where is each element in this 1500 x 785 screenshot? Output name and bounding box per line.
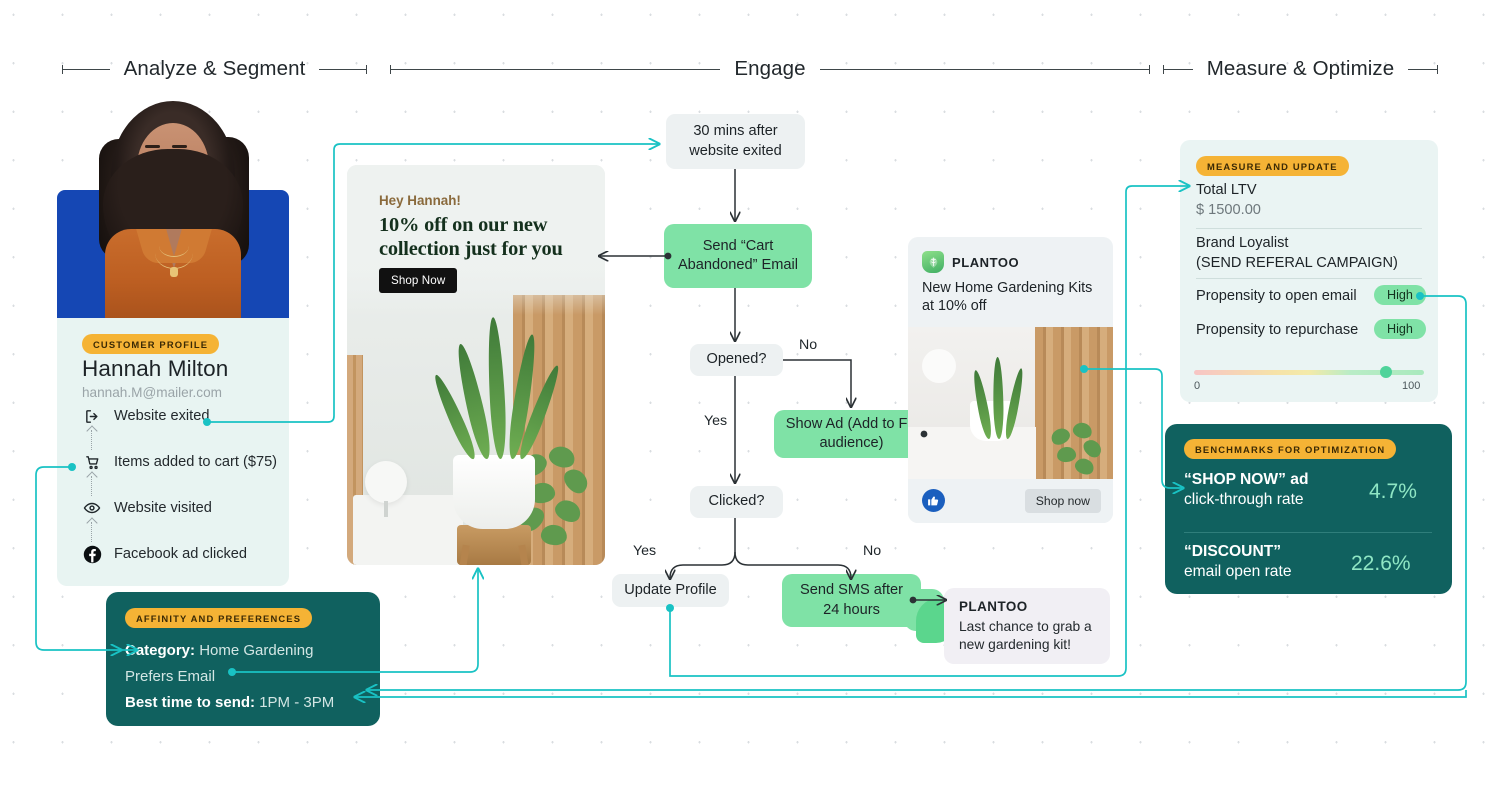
phase-rule-right <box>819 64 1151 74</box>
flow-node-show-ad[interactable]: Show Ad (Add to FB audience) <box>774 410 929 458</box>
customer-email: hannah.M@mailer.com <box>82 385 222 400</box>
scale-max-label: 100 <box>1402 380 1421 392</box>
affinity-channel: Prefers Email <box>125 668 215 685</box>
propensity-repurchase-label: Propensity to repurchase <box>1196 322 1359 338</box>
decorative-plant <box>1048 420 1107 478</box>
edge-label-no: No <box>799 337 818 353</box>
customer-profile-card: CUSTOMER PROFILE Hannah Milton hannah.M@… <box>57 318 289 586</box>
timeline-item: Website visited <box>82 498 302 518</box>
flow-node-opened[interactable]: Opened? <box>690 344 783 376</box>
benchmarks-card: BENCHMARKS FOR OPTIMIZATION “SHOP NOW” a… <box>1165 424 1452 594</box>
portrait-photo <box>97 97 249 319</box>
divider <box>1184 532 1432 533</box>
flow-node-update-profile[interactable]: Update Profile <box>612 574 729 607</box>
affinity-category: Category: Home Gardening <box>125 642 313 659</box>
facebook-ad-image <box>908 327 1113 479</box>
benchmark-value: 22.6% <box>1351 552 1411 575</box>
phase-label-engage: Engage <box>734 57 806 80</box>
activity-timeline: Website exited Items added to cart ($75) <box>82 406 302 564</box>
eye-icon <box>82 498 102 518</box>
phase-header-measure: Measure & Optimize <box>1163 56 1439 82</box>
affinity-category-value: Home Gardening <box>199 642 314 659</box>
facebook-ad-preview: PLANTOO New Home Gardening Kits at 10% o… <box>908 237 1113 523</box>
email-greeting: Hey Hannah! <box>379 193 461 208</box>
phase-label-measure: Measure & Optimize <box>1206 57 1395 80</box>
segment-line-2: (SEND REFERAL CAMPAIGN) <box>1196 255 1398 271</box>
phase-header-analyze: Analyze & Segment <box>62 56 367 82</box>
email-cta-button[interactable]: Shop Now <box>379 268 458 293</box>
timeline-label: Facebook ad clicked <box>114 546 248 562</box>
phase-header-engage: Engage <box>390 56 1151 82</box>
scale-min-label: 0 <box>1194 380 1201 392</box>
flow-node-trigger[interactable]: 30 mins after website exited <box>666 114 805 169</box>
phase-label-analyze: Analyze & Segment <box>123 57 306 80</box>
flow-node-send-email[interactable]: Send “Cart Abandoned” Email <box>664 224 812 288</box>
facebook-ad-copy: New Home Gardening Kits at 10% off <box>922 280 1093 315</box>
customer-portrait <box>57 97 289 319</box>
facebook-ad-cta-button[interactable]: Shop now <box>1024 489 1101 513</box>
affinity-preferences-card: AFFINITY AND PREFERENCES Category: Home … <box>106 592 380 726</box>
phase-rule-left <box>390 64 721 74</box>
segment-line-1: Brand Loyalist <box>1196 235 1289 251</box>
benchmark-metric: click-through rate <box>1184 490 1304 508</box>
timeline-connector <box>91 426 93 452</box>
benchmark-item: “DISCOUNT” email open rate <box>1184 542 1344 582</box>
timeline-item: Website exited <box>82 406 302 426</box>
customer-name: Hannah Milton <box>82 356 229 381</box>
flow-node-send-sms[interactable]: Send SMS after 24 hours <box>782 574 921 627</box>
timeline-item: Items added to cart ($75) <box>82 452 302 472</box>
flow-node-clicked[interactable]: Clicked? <box>690 486 783 518</box>
journey-diagram-canvas: Analyze & Segment Engage Measure & Optim… <box>0 0 1500 785</box>
benchmarks-badge: BENCHMARKS FOR OPTIMIZATION <box>1184 439 1397 459</box>
benchmark-name: “DISCOUNT” <box>1184 543 1282 560</box>
total-ltv-label: Total LTV <box>1196 182 1257 198</box>
propensity-open-badge: High <box>1374 285 1426 305</box>
affinity-badge: AFFINITY AND PREFERENCES <box>125 608 313 628</box>
sms-brand: PLANTOO <box>959 599 1028 614</box>
benchmark-name: “SHOP NOW” ad <box>1184 471 1309 488</box>
measure-and-update-card: MEASURE AND UPDATE Total LTV $ 1500.00 B… <box>1180 140 1438 402</box>
affinity-best-time-value: 1PM - 3PM <box>259 694 335 711</box>
email-headline: 10% off on our new collection just for y… <box>379 214 563 261</box>
phase-rule-right <box>1408 64 1439 74</box>
timeline-connector <box>91 472 93 498</box>
phase-rule-left <box>62 64 110 74</box>
timeline-label: Items added to cart ($75) <box>114 454 278 470</box>
propensity-open-label: Propensity to open email <box>1196 288 1357 304</box>
thumbs-up-icon[interactable] <box>922 489 945 512</box>
benchmark-metric: email open rate <box>1184 562 1292 580</box>
cart-icon <box>82 452 102 472</box>
divider <box>1196 228 1422 229</box>
customer-profile-badge: CUSTOMER PROFILE <box>82 334 220 354</box>
leaf-shield-icon <box>922 251 944 273</box>
timeline-label: Website visited <box>114 500 212 516</box>
facebook-icon <box>82 544 102 564</box>
propensity-scale-handle[interactable] <box>1380 366 1392 378</box>
total-ltv-value: $ 1500.00 <box>1196 202 1261 218</box>
affinity-category-label: Category: <box>125 642 196 659</box>
exit-icon <box>82 406 102 426</box>
affinity-best-time: Best time to send: 1PM - 3PM <box>125 694 334 711</box>
email-creative-preview: Hey Hannah! 10% off on our new collectio… <box>347 165 605 565</box>
edge-label-yes: Yes <box>633 543 657 559</box>
divider <box>1196 278 1422 279</box>
sms-message-text: Last chance to grab a new gardening kit! <box>959 619 1092 653</box>
timeline-item: Facebook ad clicked <box>82 544 302 564</box>
timeline-label: Website exited <box>114 408 210 424</box>
edge-label-yes: Yes <box>704 413 728 429</box>
sms-preview-card: PLANTOO Last chance to grab a new garden… <box>944 588 1110 664</box>
affinity-best-time-label: Best time to send: <box>125 694 256 711</box>
benchmark-value: 4.7% <box>1369 480 1417 503</box>
measure-badge: MEASURE AND UPDATE <box>1196 156 1349 176</box>
benchmark-item: “SHOP NOW” ad click-through rate <box>1184 470 1344 510</box>
propensity-repurchase-badge: High <box>1374 319 1426 339</box>
edge-label-no: No <box>863 543 882 559</box>
phase-rule-left <box>1163 64 1193 74</box>
facebook-ad-brand: PLANTOO <box>952 255 1020 270</box>
phase-rule-right <box>319 64 367 74</box>
timeline-connector <box>91 518 93 544</box>
affinity-channel-value: Prefers Email <box>125 668 216 685</box>
